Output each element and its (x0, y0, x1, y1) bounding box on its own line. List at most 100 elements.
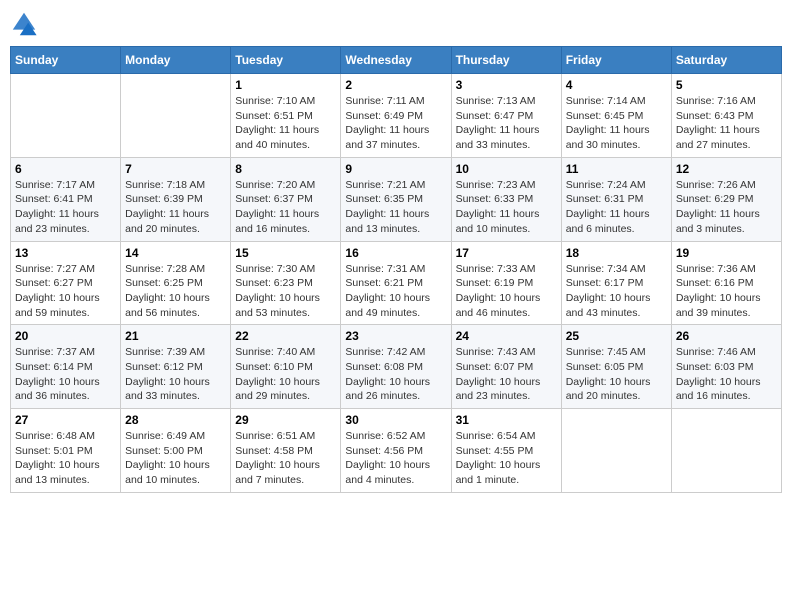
day-info: Sunrise: 7:31 AM Sunset: 6:21 PM Dayligh… (345, 262, 446, 321)
calendar-cell: 14 Sunrise: 7:28 AM Sunset: 6:25 PM Dayli… (121, 241, 231, 325)
day-info: Sunrise: 7:24 AM Sunset: 6:31 PM Dayligh… (566, 178, 667, 237)
calendar-cell: 29Sunrise: 6:51 AM Sunset: 4:58 PM Dayli… (231, 409, 341, 493)
calendar-cell: 15 Sunrise: 7:30 AM Sunset: 6:23 PM Dayli… (231, 241, 341, 325)
day-info: Sunrise: 7:33 AM Sunset: 6:19 PM Dayligh… (456, 262, 557, 321)
day-info: Sunrise: 6:54 AM Sunset: 4:55 PM Dayligh… (456, 429, 557, 488)
day-number: 4 (566, 78, 667, 92)
calendar-cell: 11 Sunrise: 7:24 AM Sunset: 6:31 PM Dayli… (561, 157, 671, 241)
day-info: Sunrise: 6:48 AM Sunset: 5:01 PM Dayligh… (15, 429, 116, 488)
calendar-cell: 16 Sunrise: 7:31 AM Sunset: 6:21 PM Dayli… (341, 241, 451, 325)
calendar-cell: 7 Sunrise: 7:18 AM Sunset: 6:39 PM Daylig… (121, 157, 231, 241)
day-number: 10 (456, 162, 557, 176)
day-info: Sunrise: 7:39 AM Sunset: 6:12 PM Dayligh… (125, 345, 226, 404)
day-info: Sunrise: 7:26 AM Sunset: 6:29 PM Dayligh… (676, 178, 777, 237)
calendar-cell: 27Sunrise: 6:48 AM Sunset: 5:01 PM Dayli… (11, 409, 121, 493)
calendar-cell: 12 Sunrise: 7:26 AM Sunset: 6:29 PM Dayli… (671, 157, 781, 241)
day-info: Sunrise: 7:16 AM Sunset: 6:43 PM Dayligh… (676, 94, 777, 153)
calendar-header-row: SundayMondayTuesdayWednesdayThursdayFrid… (11, 47, 782, 74)
calendar-cell (671, 409, 781, 493)
weekday-header: Tuesday (231, 47, 341, 74)
day-info: Sunrise: 7:43 AM Sunset: 6:07 PM Dayligh… (456, 345, 557, 404)
calendar-cell: 21 Sunrise: 7:39 AM Sunset: 6:12 PM Dayli… (121, 325, 231, 409)
day-info: Sunrise: 7:11 AM Sunset: 6:49 PM Dayligh… (345, 94, 446, 153)
day-info: Sunrise: 6:49 AM Sunset: 5:00 PM Dayligh… (125, 429, 226, 488)
day-info: Sunrise: 7:40 AM Sunset: 6:10 PM Dayligh… (235, 345, 336, 404)
day-info: Sunrise: 7:45 AM Sunset: 6:05 PM Dayligh… (566, 345, 667, 404)
day-info: Sunrise: 7:42 AM Sunset: 6:08 PM Dayligh… (345, 345, 446, 404)
day-info: Sunrise: 7:23 AM Sunset: 6:33 PM Dayligh… (456, 178, 557, 237)
calendar-cell: 31 Sunrise: 6:54 AM Sunset: 4:55 PM Dayli… (451, 409, 561, 493)
day-number: 14 (125, 246, 226, 260)
day-number: 17 (456, 246, 557, 260)
weekday-header: Wednesday (341, 47, 451, 74)
day-number: 28 (125, 413, 226, 427)
day-number: 5 (676, 78, 777, 92)
day-info: Sunrise: 7:36 AM Sunset: 6:16 PM Dayligh… (676, 262, 777, 321)
day-info: Sunrise: 7:18 AM Sunset: 6:39 PM Dayligh… (125, 178, 226, 237)
day-number: 7 (125, 162, 226, 176)
calendar-cell: 4 Sunrise: 7:14 AM Sunset: 6:45 PM Daylig… (561, 74, 671, 158)
day-number: 31 (456, 413, 557, 427)
day-number: 24 (456, 329, 557, 343)
day-info: Sunrise: 7:27 AM Sunset: 6:27 PM Dayligh… (15, 262, 116, 321)
calendar-cell: 5 Sunrise: 7:16 AM Sunset: 6:43 PM Daylig… (671, 74, 781, 158)
day-number: 6 (15, 162, 116, 176)
day-number: 25 (566, 329, 667, 343)
weekday-header: Thursday (451, 47, 561, 74)
day-info: Sunrise: 7:37 AM Sunset: 6:14 PM Dayligh… (15, 345, 116, 404)
calendar-cell: 26 Sunrise: 7:46 AM Sunset: 6:03 PM Dayli… (671, 325, 781, 409)
calendar-cell: 18 Sunrise: 7:34 AM Sunset: 6:17 PM Dayli… (561, 241, 671, 325)
calendar-cell: 2Sunrise: 7:11 AM Sunset: 6:49 PM Daylig… (341, 74, 451, 158)
day-number: 30 (345, 413, 446, 427)
day-number: 21 (125, 329, 226, 343)
day-number: 20 (15, 329, 116, 343)
day-info: Sunrise: 7:21 AM Sunset: 6:35 PM Dayligh… (345, 178, 446, 237)
day-number: 19 (676, 246, 777, 260)
day-number: 1 (235, 78, 336, 92)
calendar-cell: 28 Sunrise: 6:49 AM Sunset: 5:00 PM Dayli… (121, 409, 231, 493)
calendar-cell: 20 Sunrise: 7:37 AM Sunset: 6:14 PM Dayli… (11, 325, 121, 409)
calendar-cell: 9Sunrise: 7:21 AM Sunset: 6:35 PM Daylig… (341, 157, 451, 241)
day-number: 3 (456, 78, 557, 92)
calendar-cell: 30 Sunrise: 6:52 AM Sunset: 4:56 PM Dayli… (341, 409, 451, 493)
calendar-cell: 13Sunrise: 7:27 AM Sunset: 6:27 PM Dayli… (11, 241, 121, 325)
day-info: Sunrise: 7:30 AM Sunset: 6:23 PM Dayligh… (235, 262, 336, 321)
calendar-cell (121, 74, 231, 158)
calendar-cell: 17 Sunrise: 7:33 AM Sunset: 6:19 PM Dayli… (451, 241, 561, 325)
day-number: 15 (235, 246, 336, 260)
calendar-cell: 19 Sunrise: 7:36 AM Sunset: 6:16 PM Dayli… (671, 241, 781, 325)
weekday-header: Friday (561, 47, 671, 74)
calendar-week-row: 20 Sunrise: 7:37 AM Sunset: 6:14 PM Dayli… (11, 325, 782, 409)
calendar-cell: 3 Sunrise: 7:13 AM Sunset: 6:47 PM Daylig… (451, 74, 561, 158)
day-number: 8 (235, 162, 336, 176)
day-info: Sunrise: 7:28 AM Sunset: 6:25 PM Dayligh… (125, 262, 226, 321)
day-info: Sunrise: 6:51 AM Sunset: 4:58 PM Dayligh… (235, 429, 336, 488)
day-info: Sunrise: 7:46 AM Sunset: 6:03 PM Dayligh… (676, 345, 777, 404)
day-number: 16 (345, 246, 446, 260)
logo (10, 10, 42, 38)
day-number: 26 (676, 329, 777, 343)
calendar-week-row: 13Sunrise: 7:27 AM Sunset: 6:27 PM Dayli… (11, 241, 782, 325)
day-info: Sunrise: 6:52 AM Sunset: 4:56 PM Dayligh… (345, 429, 446, 488)
calendar-week-row: 27Sunrise: 6:48 AM Sunset: 5:01 PM Dayli… (11, 409, 782, 493)
day-info: Sunrise: 7:13 AM Sunset: 6:47 PM Dayligh… (456, 94, 557, 153)
day-number: 22 (235, 329, 336, 343)
calendar-cell: 10 Sunrise: 7:23 AM Sunset: 6:33 PM Dayli… (451, 157, 561, 241)
calendar-cell (561, 409, 671, 493)
day-number: 12 (676, 162, 777, 176)
calendar-week-row: 1 Sunrise: 7:10 AM Sunset: 6:51 PM Daylig… (11, 74, 782, 158)
day-info: Sunrise: 7:14 AM Sunset: 6:45 PM Dayligh… (566, 94, 667, 153)
day-number: 11 (566, 162, 667, 176)
day-info: Sunrise: 7:10 AM Sunset: 6:51 PM Dayligh… (235, 94, 336, 153)
day-info: Sunrise: 7:34 AM Sunset: 6:17 PM Dayligh… (566, 262, 667, 321)
calendar-cell: 22 Sunrise: 7:40 AM Sunset: 6:10 PM Dayli… (231, 325, 341, 409)
calendar-cell: 6Sunrise: 7:17 AM Sunset: 6:41 PM Daylig… (11, 157, 121, 241)
day-info: Sunrise: 7:20 AM Sunset: 6:37 PM Dayligh… (235, 178, 336, 237)
logo-icon (10, 10, 38, 38)
calendar-cell: 1 Sunrise: 7:10 AM Sunset: 6:51 PM Daylig… (231, 74, 341, 158)
weekday-header: Monday (121, 47, 231, 74)
day-number: 18 (566, 246, 667, 260)
weekday-header: Sunday (11, 47, 121, 74)
calendar-cell (11, 74, 121, 158)
calendar-table: SundayMondayTuesdayWednesdayThursdayFrid… (10, 46, 782, 493)
